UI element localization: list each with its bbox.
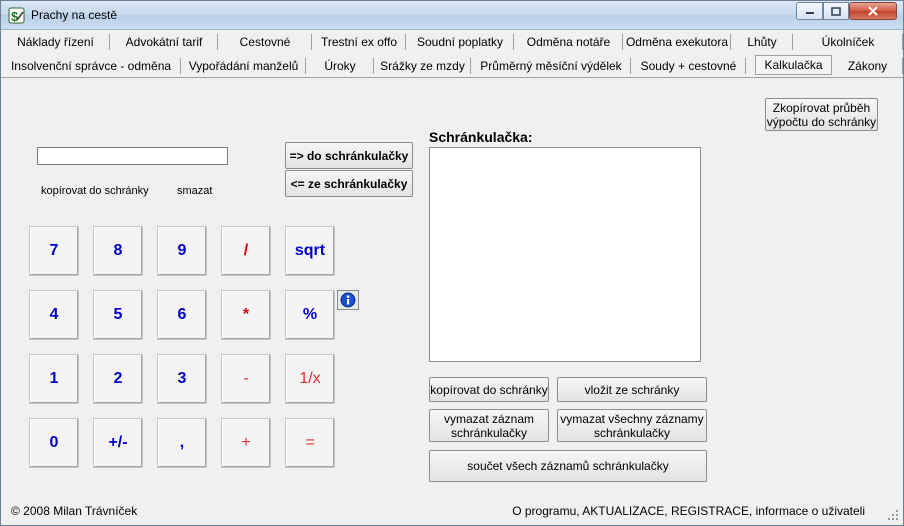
tab-label: Vypořádání manželů bbox=[188, 58, 299, 73]
tab-label: Insolvenční správce - odměna bbox=[10, 58, 172, 73]
delete-all-records-button[interactable]: vymazat všechny záznamy schránkulačky bbox=[557, 409, 707, 442]
maximize-button[interactable] bbox=[823, 2, 849, 20]
tab-label: Advokátní tarif bbox=[125, 34, 203, 49]
calculator-display-input[interactable] bbox=[37, 147, 228, 165]
maximize-icon bbox=[831, 6, 841, 16]
key-digit-0-1[interactable]: 8 bbox=[93, 226, 143, 276]
delete-record-button[interactable]: vymazat záznam schránkulačky bbox=[429, 409, 549, 442]
tab-label: Náklady řízení bbox=[17, 34, 94, 49]
title-bar: $ Prachy na cestě bbox=[1, 1, 903, 30]
close-icon bbox=[868, 6, 878, 16]
about-link[interactable]: O programu, AKTUALIZACE, REGISTRACE, inf… bbox=[512, 504, 865, 518]
key-operator-2-3[interactable]: - bbox=[221, 354, 271, 404]
tab-row1-4[interactable]: Soudní poplatky bbox=[406, 30, 514, 53]
key-operator-1-3[interactable]: * bbox=[221, 290, 271, 340]
key-digit-2-0[interactable]: 1 bbox=[29, 354, 79, 404]
tab-label: Soudy + cestovné bbox=[640, 58, 737, 73]
key-operator-0-3[interactable]: / bbox=[221, 226, 271, 276]
minimize-icon bbox=[805, 12, 814, 14]
close-button[interactable] bbox=[849, 2, 897, 20]
info-button[interactable] bbox=[337, 290, 359, 310]
tab-row2-4[interactable]: Průměrný měsíční výdělek bbox=[471, 54, 631, 77]
tab-label: Srážky ze mzdy bbox=[380, 58, 465, 73]
tab-row2-5[interactable]: Soudy + cestovné bbox=[631, 54, 746, 77]
tab-label: Kalkulačka bbox=[764, 58, 823, 72]
tab-row1-5[interactable]: Odměna notáře bbox=[514, 30, 623, 53]
tab-separator bbox=[745, 58, 746, 74]
key-function-2-4[interactable]: 1/x bbox=[285, 354, 335, 404]
tab-label: Úroky bbox=[324, 58, 356, 73]
sum-records-button[interactable]: součet všech záznamů schránkulačky bbox=[429, 450, 707, 482]
key-digit-1-2[interactable]: 6 bbox=[157, 290, 207, 340]
tab-row2-1[interactable]: Vypořádání manželů bbox=[181, 54, 306, 77]
tab-row1-2[interactable]: Cestovné bbox=[218, 30, 312, 53]
resize-grip-icon[interactable] bbox=[887, 509, 899, 521]
tab-label: Odměna notáře bbox=[526, 34, 611, 49]
clipboard-calc-list[interactable] bbox=[429, 147, 701, 362]
tab-separator bbox=[902, 34, 903, 50]
tab-row2-7[interactable]: Zákony bbox=[832, 54, 903, 77]
clear-link[interactable]: smazat bbox=[177, 185, 212, 197]
copy-history-button[interactable]: Zkopírovat průběh výpočtu do schránky bbox=[765, 98, 878, 131]
key-digit-0-2[interactable]: 9 bbox=[157, 226, 207, 276]
tab-label: Průměrný měsíční výdělek bbox=[480, 58, 622, 73]
tab-row1-8[interactable]: Úkolníček bbox=[793, 30, 903, 53]
tab-label: Cestovné bbox=[239, 34, 291, 49]
tab-label: Lhůty bbox=[747, 34, 777, 49]
tab-label: Odměna exekutora bbox=[625, 34, 729, 49]
tab-row2-6[interactable]: Kalkulačka bbox=[755, 55, 832, 75]
key-digit-3-1[interactable]: +/- bbox=[93, 418, 143, 468]
key-digit-3-0[interactable]: 0 bbox=[29, 418, 79, 468]
tab-row1-7[interactable]: Lhůty bbox=[731, 30, 793, 53]
clipboard-calc-title: Schránkulačka: bbox=[429, 129, 533, 145]
app-money-icon: $ bbox=[8, 7, 25, 24]
tab-row2-3[interactable]: Srážky ze mzdy bbox=[374, 54, 471, 77]
copy-to-clipboard-button[interactable]: kopírovat do schránky bbox=[429, 377, 549, 402]
key-digit-2-2[interactable]: 3 bbox=[157, 354, 207, 404]
from-clipboard-calc-button[interactable]: <= ze schránkulačky bbox=[285, 170, 413, 197]
key-digit-2-1[interactable]: 2 bbox=[93, 354, 143, 404]
app-window: $ Prachy na cestě Náklady řízení Advokátn… bbox=[0, 0, 904, 526]
tab-label: Zákony bbox=[847, 58, 888, 73]
key-digit-1-1[interactable]: 5 bbox=[93, 290, 143, 340]
key-function-0-4[interactable]: sqrt bbox=[285, 226, 335, 276]
paste-from-clipboard-button[interactable]: vložit ze schránky bbox=[557, 377, 707, 402]
copyright-text: © 2008 Milan Trávníček bbox=[11, 504, 138, 518]
tab-row2-2[interactable]: Úroky bbox=[306, 54, 374, 77]
info-icon bbox=[340, 292, 356, 308]
tab-row1-6[interactable]: Odměna exekutora bbox=[623, 30, 731, 53]
copy-to-clipboard-link[interactable]: kopírovat do schránky bbox=[41, 185, 149, 197]
key-function-1-4[interactable]: % bbox=[285, 290, 335, 340]
key-operator-3-3[interactable]: + bbox=[221, 418, 271, 468]
to-clipboard-calc-button[interactable]: => do schránkulačky bbox=[285, 142, 413, 169]
tab-label: Soudní poplatky bbox=[416, 34, 504, 49]
key-digit-1-0[interactable]: 4 bbox=[29, 290, 79, 340]
key-digit-3-2[interactable]: , bbox=[157, 418, 207, 468]
tab-row-2: Insolvenční správce - odměna Vypořádání m… bbox=[1, 54, 903, 78]
tab-row1-1[interactable]: Advokátní tarif bbox=[110, 30, 218, 53]
tab-row1-3[interactable]: Trestní ex offo bbox=[312, 30, 406, 53]
tab-row2-0[interactable]: Insolvenční správce - odměna bbox=[1, 54, 181, 77]
tab-separator bbox=[902, 58, 903, 74]
status-bar: © 2008 Milan Trávníček O programu, AKTUA… bbox=[1, 501, 903, 525]
key-function-3-4[interactable]: = bbox=[285, 418, 335, 468]
tab-label: Trestní ex offo bbox=[320, 34, 398, 49]
svg-text:$: $ bbox=[11, 9, 19, 24]
tab-label: Úkolníček bbox=[821, 34, 875, 49]
window-title: Prachy na cestě bbox=[31, 8, 118, 22]
key-digit-0-0[interactable]: 7 bbox=[29, 226, 79, 276]
tab-row-1: Náklady řízení Advokátní tarif Cestovné Tre… bbox=[1, 30, 903, 54]
minimize-button[interactable] bbox=[796, 2, 823, 20]
tab-row1-0[interactable]: Náklady řízení bbox=[1, 30, 110, 53]
